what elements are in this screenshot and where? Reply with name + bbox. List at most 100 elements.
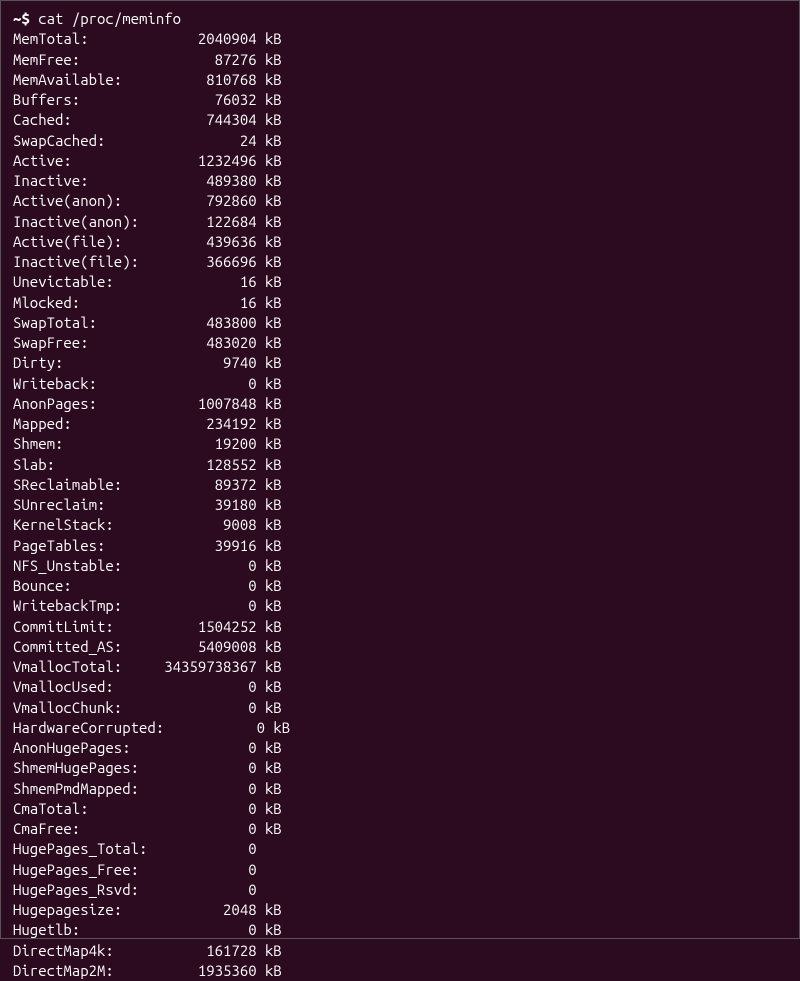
meminfo-row: NFS_Unstable: 0 kB [13, 556, 787, 576]
meminfo-value: 0 [248, 699, 256, 716]
meminfo-row: DirectMap2M: 1935360 kB [13, 961, 787, 981]
meminfo-label: Hugepagesize: [13, 901, 122, 918]
meminfo-value: 483800 [206, 314, 256, 331]
meminfo-label: Hugetlb: [13, 921, 80, 938]
meminfo-unit: kB [265, 800, 282, 817]
meminfo-value: 128552 [206, 456, 256, 473]
meminfo-value: 0 [248, 557, 256, 574]
meminfo-unit: kB [265, 375, 282, 392]
meminfo-label: AnonHugePages: [13, 739, 131, 756]
meminfo-unit: kB [265, 71, 282, 88]
meminfo-label: HugePages_Total: [13, 840, 147, 857]
meminfo-row: HugePages_Rsvd: 0 [13, 880, 787, 900]
meminfo-label: Inactive: [13, 172, 89, 189]
meminfo-row: MemTotal: 2040904 kB [13, 29, 787, 49]
meminfo-unit: kB [265, 476, 282, 493]
meminfo-row: MemAvailable: 810768 kB [13, 70, 787, 90]
meminfo-row: AnonHugePages: 0 kB [13, 738, 787, 758]
prompt-symbol: ~$ [13, 10, 30, 27]
meminfo-unit: kB [265, 638, 282, 655]
meminfo-unit: kB [265, 273, 282, 290]
meminfo-value: 87276 [215, 51, 257, 68]
meminfo-value: 16 [240, 273, 257, 290]
meminfo-label: VmallocUsed: [13, 678, 114, 695]
meminfo-label: Active(anon): [13, 192, 122, 209]
meminfo-row: Buffers: 76032 kB [13, 90, 787, 110]
meminfo-row: Unevictable: 16 kB [13, 272, 787, 292]
meminfo-label: Buffers: [13, 91, 80, 108]
meminfo-unit: kB [265, 820, 282, 837]
meminfo-unit: kB [265, 253, 282, 270]
meminfo-row: Committed_AS: 5409008 kB [13, 637, 787, 657]
meminfo-row: Dirty: 9740 kB [13, 353, 787, 373]
meminfo-value: 1232496 [198, 152, 257, 169]
meminfo-value: 39916 [215, 537, 257, 554]
meminfo-row: KernelStack: 9008 kB [13, 515, 787, 535]
meminfo-unit: kB [265, 942, 282, 959]
meminfo-value: 2040904 [198, 30, 257, 47]
meminfo-label: Inactive(anon): [13, 213, 139, 230]
meminfo-row: Active(anon): 792860 kB [13, 191, 787, 211]
meminfo-label: PageTables: [13, 537, 105, 554]
meminfo-value: 234192 [206, 415, 256, 432]
meminfo-row: WritebackTmp: 0 kB [13, 596, 787, 616]
meminfo-label: SwapTotal: [13, 314, 97, 331]
meminfo-row: SReclaimable: 89372 kB [13, 475, 787, 495]
meminfo-value: 2048 [223, 901, 257, 918]
meminfo-label: SwapCached: [13, 132, 105, 149]
meminfo-value: 489380 [206, 172, 256, 189]
meminfo-value: 5409008 [198, 638, 257, 655]
meminfo-unit: kB [265, 658, 282, 675]
meminfo-value: 1007848 [198, 395, 257, 412]
meminfo-unit: kB [265, 354, 282, 371]
meminfo-label: Committed_AS: [13, 638, 122, 655]
meminfo-label: SReclaimable: [13, 476, 122, 493]
meminfo-label: Bounce: [13, 577, 72, 594]
meminfo-value: 744304 [206, 111, 256, 128]
meminfo-row: Inactive(anon): 122684 kB [13, 212, 787, 232]
meminfo-label: HugePages_Free: [13, 861, 139, 878]
meminfo-value: 0 [248, 780, 256, 797]
meminfo-label: VmallocTotal: [13, 658, 122, 675]
meminfo-label: Cached: [13, 111, 72, 128]
meminfo-row: SwapFree: 483020 kB [13, 333, 787, 353]
meminfo-unit: kB [265, 699, 282, 716]
command-prompt-line: ~$ cat /proc/meminfo [13, 9, 787, 29]
meminfo-label: ShmemPmdMapped: [13, 780, 139, 797]
meminfo-row: CmaTotal: 0 kB [13, 799, 787, 819]
meminfo-value: 0 [248, 840, 256, 857]
meminfo-value: 161728 [206, 942, 256, 959]
meminfo-value: 1504252 [198, 618, 257, 635]
meminfo-row: SUnreclaim: 39180 kB [13, 495, 787, 515]
meminfo-unit: kB [265, 395, 282, 412]
meminfo-unit: kB [265, 91, 282, 108]
meminfo-value: 9740 [223, 354, 257, 371]
meminfo-unit: kB [265, 921, 282, 938]
meminfo-row: Mlocked: 16 kB [13, 293, 787, 313]
meminfo-unit: kB [265, 294, 282, 311]
meminfo-unit: kB [265, 152, 282, 169]
meminfo-label: ShmemHugePages: [13, 759, 139, 776]
meminfo-row: Writeback: 0 kB [13, 374, 787, 394]
meminfo-label: DirectMap2M: [13, 962, 114, 979]
meminfo-unit: kB [265, 51, 282, 68]
meminfo-unit: kB [265, 415, 282, 432]
meminfo-value: 366696 [206, 253, 256, 270]
meminfo-label: SwapFree: [13, 334, 89, 351]
meminfo-value: 792860 [206, 192, 256, 209]
meminfo-unit: kB [265, 456, 282, 473]
meminfo-output: MemTotal: 2040904 kBMemFree: 87276 kBMem… [13, 29, 787, 981]
meminfo-value: 0 [248, 881, 256, 898]
meminfo-row: VmallocUsed: 0 kB [13, 677, 787, 697]
meminfo-row: Slab: 128552 kB [13, 455, 787, 475]
meminfo-row: Cached: 744304 kB [13, 110, 787, 130]
meminfo-value: 16 [240, 294, 257, 311]
meminfo-label: Shmem: [13, 435, 63, 452]
meminfo-value: 0 [248, 375, 256, 392]
meminfo-row: Mapped: 234192 kB [13, 414, 787, 434]
meminfo-value: 89372 [215, 476, 257, 493]
meminfo-row: Bounce: 0 kB [13, 576, 787, 596]
meminfo-label: CommitLimit: [13, 618, 114, 635]
meminfo-unit: kB [265, 537, 282, 554]
meminfo-label: HardwareCorrupted: [13, 719, 164, 736]
